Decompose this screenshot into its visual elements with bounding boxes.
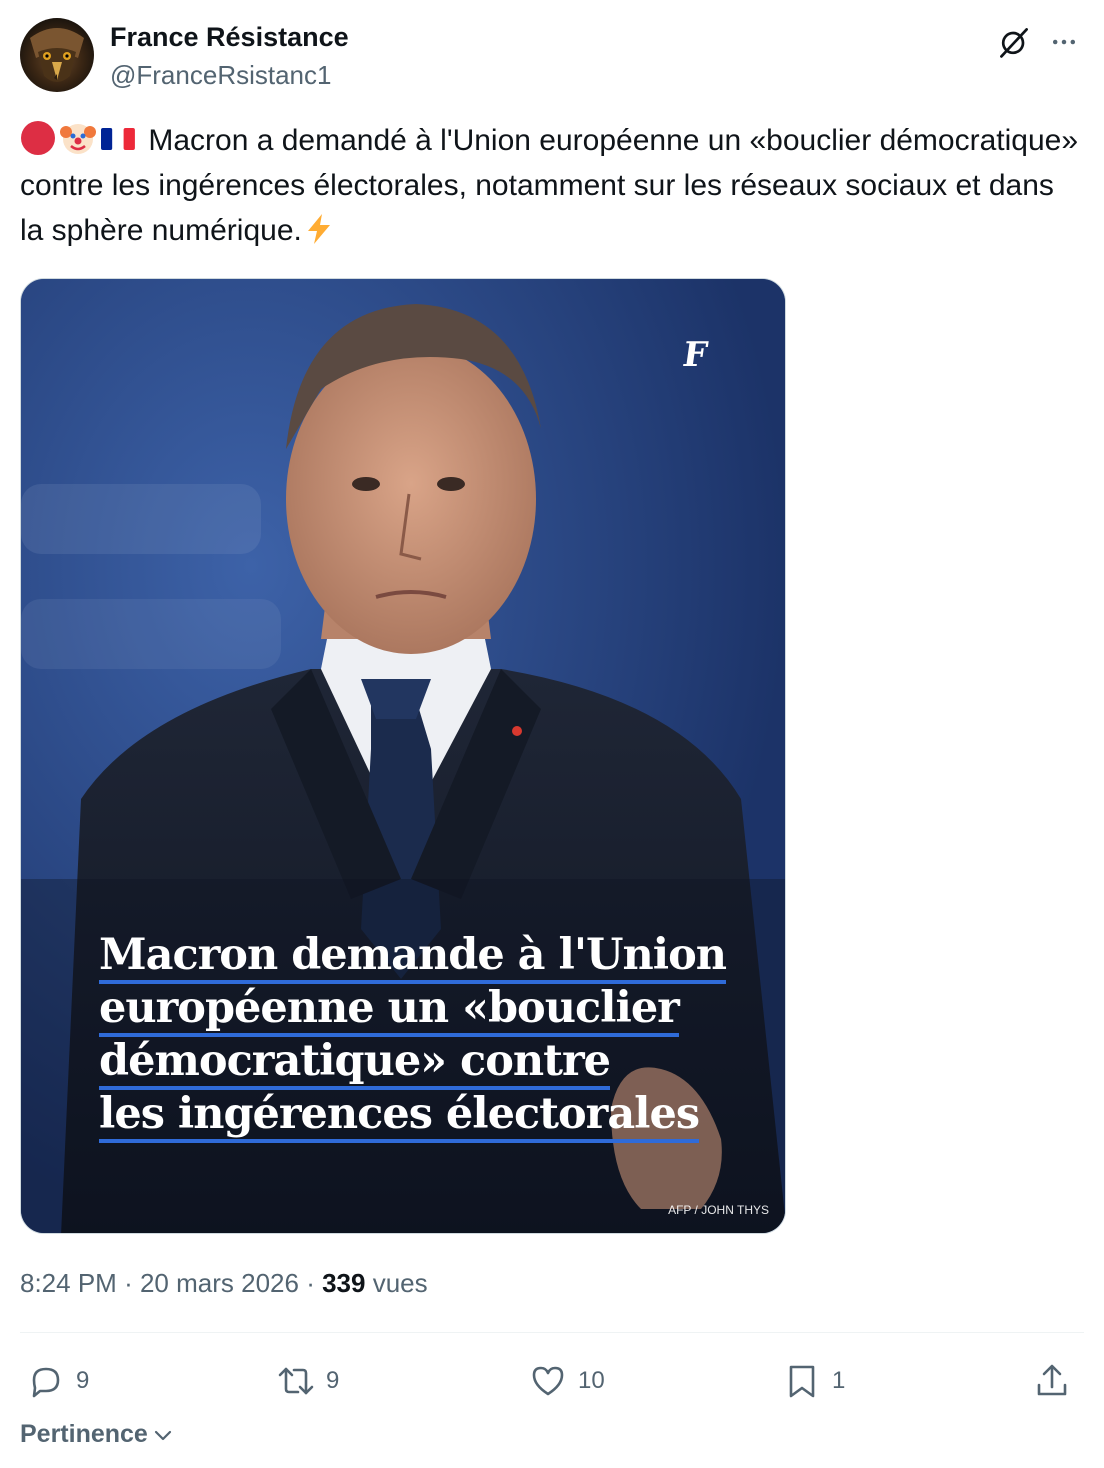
more-options-icon[interactable] xyxy=(1044,22,1084,62)
headline-line-4: les ingérences électorales xyxy=(99,1088,739,1143)
headline-line-3: démocratique» contre xyxy=(99,1035,739,1090)
reply-button[interactable]: 9 xyxy=(26,1354,89,1408)
france-flag-icon xyxy=(100,120,136,156)
chevron-down-icon xyxy=(154,1430,171,1440)
reply-icon xyxy=(32,1367,60,1398)
sort-dropdown[interactable]: Pertinence xyxy=(20,1420,174,1449)
photo-credit: AFP / JOHN THYS xyxy=(668,1203,769,1217)
display-name[interactable]: France Résistance xyxy=(110,22,349,53)
repost-count: 9 xyxy=(326,1367,340,1394)
grok-icon[interactable] xyxy=(994,22,1034,62)
tweet-time[interactable]: 8:24 PM xyxy=(20,1268,117,1298)
high-voltage-icon xyxy=(302,212,336,246)
views-label: vues xyxy=(372,1268,428,1298)
share-icon xyxy=(1037,1364,1067,1396)
bookmark-count: 1 xyxy=(832,1367,846,1394)
views-count: 339 xyxy=(322,1268,366,1298)
share-button[interactable] xyxy=(1032,1354,1072,1408)
clown-face-icon xyxy=(60,120,96,156)
separator: · xyxy=(124,1268,133,1298)
tweet-text: Macron a demandé à l'Union européenne un… xyxy=(20,118,1084,253)
like-button[interactable]: 10 xyxy=(528,1354,605,1408)
red-circle-icon xyxy=(20,120,56,156)
bookmark-icon xyxy=(789,1365,815,1398)
heart-icon xyxy=(532,1366,564,1396)
tweet-date[interactable]: 20 mars 2026 xyxy=(140,1268,299,1298)
like-count: 10 xyxy=(578,1367,605,1394)
bookmark-button[interactable]: 1 xyxy=(782,1354,845,1408)
separator: · xyxy=(306,1268,315,1298)
reply-count: 9 xyxy=(76,1367,90,1394)
tweet-header: France Résistance @FranceRsistanc1 xyxy=(20,18,1084,98)
headline-line-1: Macron demande à l'Union xyxy=(99,929,739,984)
repost-icon xyxy=(278,1367,314,1395)
user-handle[interactable]: @FranceRsistanc1 xyxy=(110,60,331,91)
tweet-meta: 8:24 PM · 20 mars 2026 · 339 vues xyxy=(20,1268,428,1299)
divider xyxy=(20,1332,1084,1333)
tweet-body: Macron a demandé à l'Union européenne un… xyxy=(20,124,1079,247)
sort-label: Pertinence xyxy=(20,1420,148,1448)
eagle-avatar-icon xyxy=(30,28,84,82)
media-headline: Macron demande à l'Union européenne un «… xyxy=(99,929,739,1143)
avatar[interactable] xyxy=(20,18,94,92)
headline-line-2: européenne un «bouclier xyxy=(99,982,739,1037)
action-bar: 9 9 10 1 xyxy=(20,1354,1084,1408)
tweet-media-image[interactable]: F Macron demande à l'Union européenne un… xyxy=(20,278,786,1234)
repost-button[interactable]: 9 xyxy=(276,1354,339,1408)
